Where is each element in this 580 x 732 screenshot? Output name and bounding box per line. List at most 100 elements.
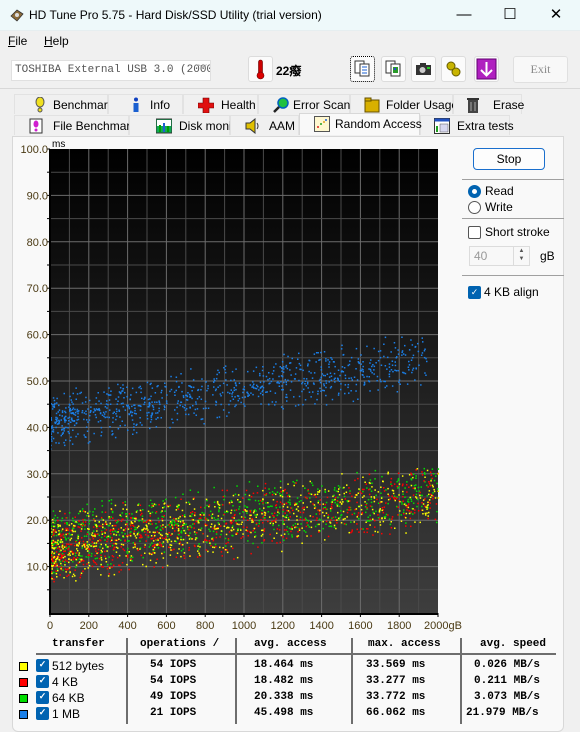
scatter-point [193,544,196,547]
scatter-point [56,397,58,400]
scatter-point [68,558,70,560]
scatter-point [348,363,351,366]
series-checkbox[interactable]: ✓ [36,691,49,704]
scatter-point [206,504,208,507]
scatter-point [431,477,434,480]
spin-arrows[interactable]: ▲ ▼ [513,247,529,265]
scatter-point [109,409,111,411]
scatter-point [68,432,70,435]
scatter-point [289,369,291,371]
scatter-point [314,403,316,405]
scatter-point [94,557,97,560]
scatter-point [363,381,366,384]
scatter-point [414,379,416,381]
scatter-point [87,408,89,410]
scatter-point [361,496,364,499]
scatter-point [182,405,184,408]
scatter-point [230,522,232,525]
scatter-point [318,513,321,515]
scatter-point [71,401,73,403]
scatter-point [356,471,358,474]
scatter-point [71,417,73,419]
scatter-point [234,396,236,398]
scatter-point [331,499,334,501]
scatter-point [166,535,169,538]
scatter-point [217,518,219,520]
stop-button[interactable]: Stop [473,148,545,170]
scatter-point [65,426,67,429]
scatter-point [357,514,359,517]
scatter-point [239,501,242,503]
scatter-point [63,392,65,395]
read-radio[interactable] [468,185,481,198]
scatter-point [275,401,277,403]
scatter-point [166,402,168,404]
scatter-point [311,482,313,484]
scatter-point [177,400,179,402]
scatter-point [88,515,90,517]
scatter-point [251,519,253,522]
scatter-point [262,489,264,492]
scatter-point [137,525,140,527]
read-label: Read [485,184,514,198]
scatter-point [65,419,67,422]
scatter-point [299,516,302,518]
scatter-point [264,517,266,519]
series-checkbox[interactable]: ✓ [36,675,49,688]
scatter-point [380,492,382,494]
series-checkbox[interactable]: ✓ [36,707,49,720]
scatter-point [301,382,303,385]
scatter-point [67,543,70,545]
scatter-point [149,515,151,517]
scatter-point [376,498,378,501]
scatter-point [185,501,188,504]
scatter-point [338,380,341,382]
scatter-point [410,498,412,501]
scatter-point [151,401,153,403]
scatter-point [100,536,103,539]
scatter-point [169,554,172,556]
scatter-point [344,392,346,395]
scatter-point [100,516,103,519]
tab-random-access[interactable]: Random Access [299,113,422,135]
scatter-point [389,523,392,526]
spin-up-icon[interactable]: ▲ [519,248,525,254]
scatter-point [107,403,109,406]
scatter-point [304,380,307,382]
scatter-point [214,389,217,392]
scatter-point [226,549,228,551]
align-checkbox[interactable]: ✓ [468,286,481,299]
series-checkbox[interactable]: ✓ [36,659,49,672]
scatter-point [232,547,234,550]
scatter-point [418,490,421,492]
scatter-point [332,495,334,498]
scatter-point [57,525,60,528]
scatter-point [268,382,270,385]
scatter-point [297,404,300,406]
write-radio[interactable] [468,201,481,214]
scatter-point [65,547,68,549]
scatter-point [334,365,336,368]
scatter-point [309,515,312,517]
scatter-point [214,380,216,382]
scatter-point [130,522,133,524]
short-stroke-checkbox[interactable] [468,226,481,239]
scatter-point [265,391,267,393]
scatter-point [277,509,279,511]
scatter-point [277,381,279,383]
scatter-point [298,528,301,530]
scatter-point [328,363,330,365]
spin-down-icon[interactable]: ▼ [519,256,525,262]
scatter-point [123,397,125,399]
scatter-point [190,386,193,388]
scatter-point [376,375,379,378]
scatter-point [69,554,71,556]
scatter-point [301,390,303,393]
scatter-point [106,416,108,418]
short-stroke-input[interactable]: 40 ▲ ▼ [469,246,530,266]
scatter-point [369,505,372,507]
scatter-point [105,521,107,523]
scatter-point [53,403,56,406]
scatter-point [355,347,358,350]
scatter-point [104,532,106,534]
